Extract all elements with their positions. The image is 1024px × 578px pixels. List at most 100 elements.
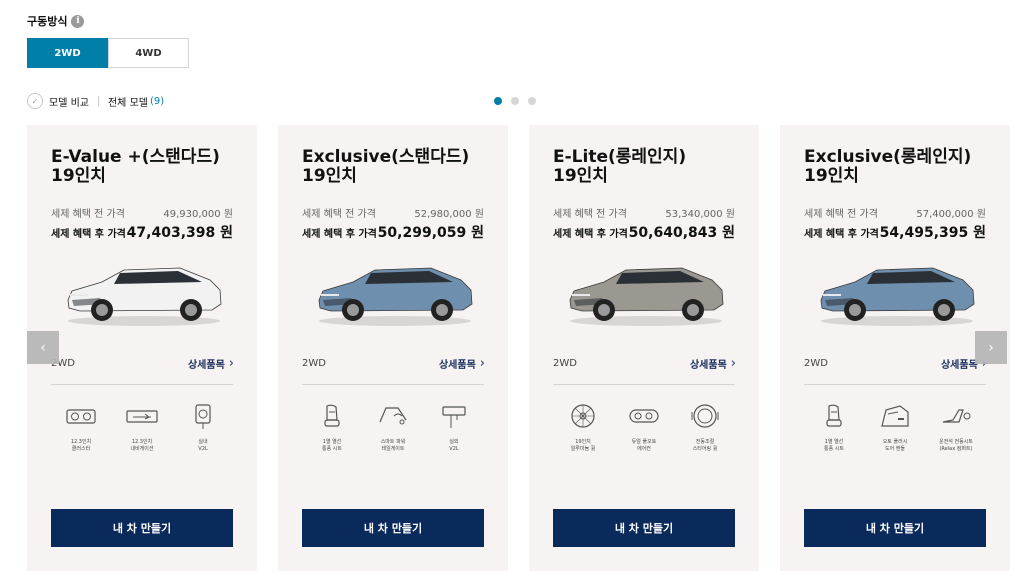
build-my-car-button[interactable]: 내 차 만들기 <box>51 509 233 547</box>
model-name: E-Lite(롱레인지) 19인치 <box>553 148 753 186</box>
model-card-list: E-Value +(스탠다드) 19인치 세제 혜택 전 가격 49,930,0… <box>27 125 1010 571</box>
price-after-row: 세제 혜택 후 가격 47,403,398 원 <box>51 222 233 242</box>
feature-label: 전동조절 스티어링 휠 <box>692 439 718 452</box>
wheel-icon-svg <box>571 404 595 428</box>
relax-seat-icon <box>939 401 973 435</box>
feature-list: 19인치 알루미늄 휠 듀얼 풀오토 에어컨 전동조절 스티어링 휠 <box>553 401 735 453</box>
next-arrow-button[interactable]: › <box>975 331 1007 364</box>
drive-2wd-button[interactable]: 2WD <box>27 38 108 68</box>
detail-items-link[interactable]: 상세품목 › <box>439 356 485 371</box>
feature-list: 1열 열선 통풍 시트 오토 플러시 도어 핸들 운전석 전동시트 (Relax… <box>804 401 986 453</box>
model-name: E-Value +(스탠다드) 19인치 <box>51 148 251 186</box>
detail-items-link[interactable]: 상세품목 › <box>690 356 736 371</box>
feature-item: 12.3인치 내비게이션 <box>112 401 172 453</box>
compare-row: ✓ 모델 비교 전체 모델 (9) <box>27 93 164 109</box>
price-after-value: 50,299,059 원 <box>377 225 484 241</box>
cluster-icon <box>64 401 98 435</box>
v2l-outdoor-icon-svg <box>442 406 466 428</box>
model-card[interactable]: E-Value +(스탠다드) 19인치 세제 혜택 전 가격 49,930,0… <box>27 125 257 571</box>
price-before-label: 세제 혜택 전 가격 <box>553 209 627 220</box>
all-models-label: 전체 모델 <box>107 97 148 109</box>
chevron-right-icon: › <box>479 356 485 371</box>
compare-checkbox[interactable]: ✓ <box>27 93 43 109</box>
car-image <box>820 267 975 326</box>
price-after-label: 세제 혜택 후 가격 <box>553 229 628 240</box>
price-after-row: 세제 혜택 후 가격 50,640,843 원 <box>553 222 735 242</box>
door-handle-icon-svg <box>881 405 909 427</box>
pagination-dot[interactable] <box>494 97 502 105</box>
model-name-line1: Exclusive(롱레인지) <box>804 147 972 167</box>
detail-items-link[interactable]: 상세품목 › <box>188 356 234 371</box>
steering-icon <box>688 401 722 435</box>
chevron-right-icon: › <box>228 356 234 371</box>
feature-item: 12.3인치 클러스터 <box>51 401 111 453</box>
tailgate-icon-svg <box>379 407 407 425</box>
model-name-line2: 19인치 <box>51 166 106 186</box>
drive-type-section-title: 구동방식 i <box>27 13 85 29</box>
v2l-icon <box>186 401 220 435</box>
price-before-value: 52,980,000 원 <box>414 209 484 220</box>
divider <box>97 96 99 106</box>
car-image <box>67 267 222 326</box>
feature-label: 12.3인치 내비게이션 <box>130 439 154 452</box>
feature-label: 실내 V2L <box>198 439 208 452</box>
feature-label: 듀얼 풀오토 에어컨 <box>631 439 657 452</box>
pagination-dots <box>494 97 536 105</box>
feature-item: 전동조절 스티어링 휠 <box>675 401 735 453</box>
build-my-car-button[interactable]: 내 차 만들기 <box>804 509 986 547</box>
tailgate-icon <box>376 401 410 435</box>
build-my-car-button[interactable]: 내 차 만들기 <box>302 509 484 547</box>
price-after-value: 47,403,398 원 <box>126 225 233 241</box>
feature-item: 스마트 파워 테일게이트 <box>363 401 423 453</box>
model-name: Exclusive(롱레인지) 19인치 <box>804 148 1004 186</box>
headlamp-icon <box>627 401 661 435</box>
detail-items-label: 상세품목 <box>438 360 476 371</box>
feature-list: 12.3인치 클러스터 12.3인치 내비게이션 실내 V2L <box>51 401 233 453</box>
seat-icon-svg <box>826 404 842 427</box>
feature-item: 1열 열선 통풍 시트 <box>804 401 864 453</box>
info-icon[interactable]: i <box>71 14 85 28</box>
model-card[interactable]: Exclusive(스탠다드) 19인치 세제 혜택 전 가격 52,980,0… <box>278 125 508 571</box>
pagination-dot[interactable] <box>511 97 519 105</box>
chevron-right-icon: › <box>730 356 736 371</box>
seat-icon-svg <box>324 404 340 427</box>
car-image <box>318 267 473 326</box>
feature-item: 19인치 알루미늄 휠 <box>553 401 613 453</box>
model-name-line2: 19인치 <box>804 166 859 186</box>
feature-item: 실내 V2L <box>173 401 233 453</box>
feature-label: 실외 V2L <box>449 439 459 452</box>
feature-label: 운전석 전동시트 (Relax 컴퍼트) <box>939 439 973 452</box>
detail-items-label: 상세품목 <box>689 360 727 371</box>
price-before-value: 57,400,000 원 <box>916 209 986 220</box>
v2l-icon-svg <box>195 404 211 429</box>
navigation-icon-svg <box>126 410 158 423</box>
wheel-icon <box>566 401 600 435</box>
price-after-label: 세제 혜택 후 가격 <box>804 229 879 240</box>
feature-label: 1열 열선 통풍 시트 <box>322 439 342 452</box>
drive-type-title: 구동방식 <box>27 15 68 28</box>
drive-type-toggle: 2WD 4WD <box>27 38 189 68</box>
feature-label: 1열 열선 통풍 시트 <box>824 439 844 452</box>
compare-label[interactable]: 모델 비교 <box>49 94 89 109</box>
relax-seat-icon-svg <box>942 409 971 423</box>
drive-4wd-button[interactable]: 4WD <box>108 38 189 68</box>
model-name-line2: 19인치 <box>553 166 608 186</box>
seat-icon <box>315 401 349 435</box>
feature-item: 오토 플러시 도어 핸들 <box>865 401 925 453</box>
price-before-row: 세제 혜택 전 가격 57,400,000 원 <box>804 205 986 220</box>
price-before-value: 53,340,000 원 <box>665 209 735 220</box>
detail-items-label: 상세품목 <box>187 360 225 371</box>
price-before-label: 세제 혜택 전 가격 <box>51 209 125 220</box>
card-divider <box>804 384 986 385</box>
model-card[interactable]: E-Lite(롱레인지) 19인치 세제 혜택 전 가격 53,340,000 … <box>529 125 759 571</box>
price-after-row: 세제 혜택 후 가격 54,495,395 원 <box>804 222 986 242</box>
card-drive-label: 2WD <box>804 358 828 369</box>
build-my-car-button[interactable]: 내 차 만들기 <box>553 509 735 547</box>
card-drive-label: 2WD <box>553 358 577 369</box>
model-count: (9) <box>149 95 165 107</box>
pagination-dot[interactable] <box>528 97 536 105</box>
prev-arrow-button[interactable]: ‹ <box>27 331 59 364</box>
feature-item: 듀얼 풀오토 에어컨 <box>614 401 674 453</box>
feature-label: 19인치 알루미늄 휠 <box>570 439 596 452</box>
feature-item: 운전석 전동시트 (Relax 컴퍼트) <box>926 401 986 453</box>
